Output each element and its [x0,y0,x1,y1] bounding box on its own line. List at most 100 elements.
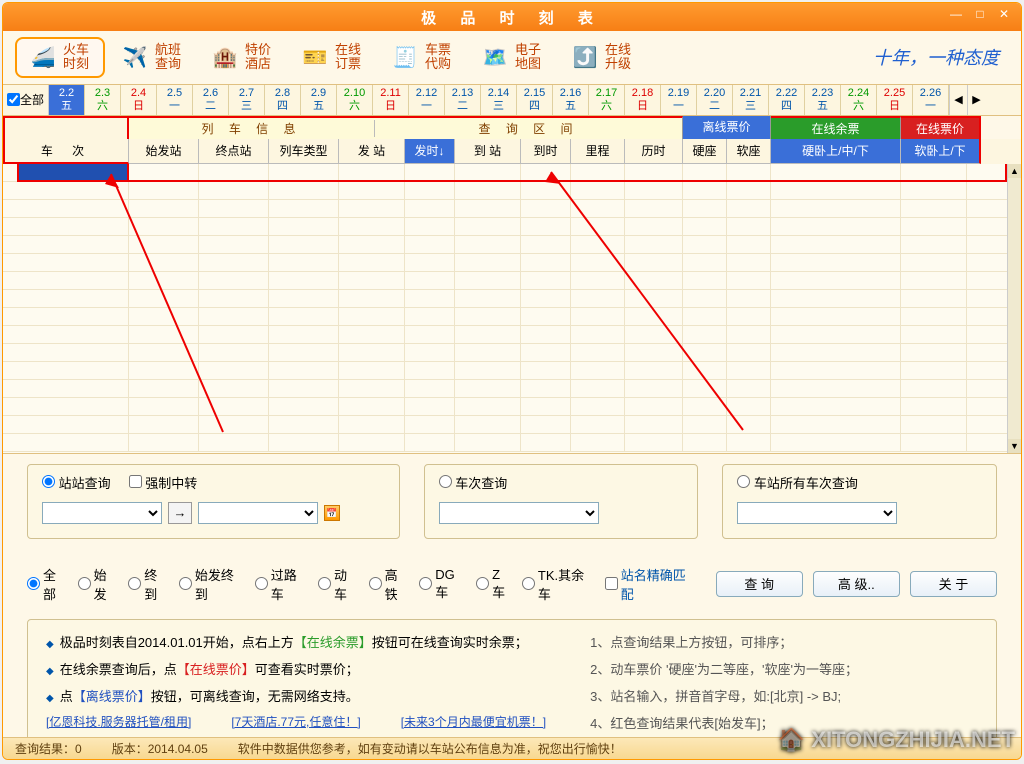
flight-query-button[interactable]: ✈️ 航班 查询 [109,39,195,76]
col-hard-sleep[interactable]: 硬卧上/中/下 [771,139,901,164]
table-row[interactable] [3,272,1021,290]
table-row[interactable] [3,326,1021,344]
col-soft-sleep[interactable]: 软卧上/下 [901,139,981,164]
date-cell[interactable]: 2.18日 [625,85,661,115]
col-hard-seat[interactable]: 硬座 [683,139,727,164]
filter-start-end[interactable]: 始发终到 [179,565,245,603]
link-hotel[interactable]: [7天酒店.77元,任意住！] [231,713,360,730]
query-button[interactable]: 查 询 [716,571,803,597]
link-flight[interactable]: [未来3个月内最便宜机票！] [401,713,546,730]
table-row[interactable] [3,182,1021,200]
minimize-icon[interactable]: — [947,7,965,23]
train-schedule-button[interactable]: 🚄 火车 时刻 [15,37,105,78]
date-cell[interactable]: 2.2五 [49,85,85,115]
date-cell[interactable]: 2.6二 [193,85,229,115]
table-row[interactable] [3,218,1021,236]
date-cell[interactable]: 2.14三 [481,85,517,115]
col-arrive[interactable]: 到 站 [455,139,521,164]
date-cell[interactable]: 2.9五 [301,85,337,115]
swap-stations-button[interactable]: → [168,502,192,524]
to-station-input[interactable] [198,502,318,524]
date-cell[interactable]: 2.21三 [733,85,769,115]
station-query-radio[interactable]: 站站查询 [42,473,111,492]
filter-end[interactable]: 终到 [128,565,169,603]
date-next-button[interactable]: ▶ [967,85,985,115]
offline-price-header[interactable]: 离线票价 [683,116,771,139]
table-row[interactable] [3,398,1021,416]
date-cell[interactable]: 2.7三 [229,85,265,115]
table-row[interactable] [3,344,1021,362]
date-cell[interactable]: 2.15四 [517,85,553,115]
col-end[interactable]: 终点站 [199,139,269,164]
table-row[interactable] [3,254,1021,272]
filter-dg[interactable]: DG车 [419,567,466,601]
date-cell[interactable]: 2.25日 [877,85,913,115]
col-soft-seat[interactable]: 软座 [727,139,771,164]
from-station-input[interactable] [42,502,162,524]
table-row[interactable] [3,236,1021,254]
online-booking-button[interactable]: 🎫 在线 订票 [289,39,375,76]
upgrade-button[interactable]: ⤴️ 在线 升级 [559,39,645,76]
online-price-header[interactable]: 在线票价 [901,116,981,139]
about-button[interactable]: 关 于 [910,571,997,597]
advanced-button[interactable]: 高 级.. [813,571,900,597]
calendar-icon[interactable]: 📅 [324,505,340,521]
station-all-radio[interactable]: 车站所有车次查询 [737,473,858,492]
train-query-radio[interactable]: 车次查询 [439,473,508,492]
col-train-no[interactable]: 车 次 [3,139,129,164]
filter-tk[interactable]: TK.其余车 [522,565,595,603]
force-transfer-checkbox[interactable]: 强制中转 [129,473,198,492]
table-row[interactable] [3,308,1021,326]
col-distance[interactable]: 里程 [571,139,625,164]
results-grid[interactable]: ▲ ▼ [3,164,1021,454]
scroll-up-icon[interactable]: ▲ [1008,164,1021,178]
col-depart-time[interactable]: 发时↓ [405,139,455,164]
col-arrive-time[interactable]: 到时 [521,139,571,164]
date-cell[interactable]: 2.8四 [265,85,301,115]
date-cell[interactable]: 2.23五 [805,85,841,115]
all-dates-checkbox[interactable]: 全部 [3,85,49,115]
maximize-icon[interactable]: □ [971,7,989,23]
map-button[interactable]: 🗺️ 电子 地图 [469,39,555,76]
train-no-input[interactable] [439,502,599,524]
link-server[interactable]: [亿恩科技.服务器托管/租用] [46,713,191,730]
vertical-scrollbar[interactable]: ▲ ▼ [1007,164,1021,453]
table-row[interactable] [3,416,1021,434]
close-icon[interactable]: ✕ [995,7,1013,23]
date-cell[interactable]: 2.13二 [445,85,481,115]
date-cell[interactable]: 2.11日 [373,85,409,115]
date-cell[interactable]: 2.5一 [157,85,193,115]
col-type[interactable]: 列车类型 [269,139,339,164]
date-cell[interactable]: 2.16五 [553,85,589,115]
filter-all[interactable]: 全部 [27,565,68,603]
table-row[interactable] [3,380,1021,398]
filter-dong[interactable]: 动车 [318,565,359,603]
date-cell[interactable]: 2.4日 [121,85,157,115]
date-cell[interactable]: 2.20二 [697,85,733,115]
online-ticket-header[interactable]: 在线余票 [771,116,901,139]
date-cell[interactable]: 2.22四 [769,85,805,115]
date-prev-button[interactable]: ◀ [949,85,967,115]
exact-match-checkbox[interactable]: 站名精确匹配 [605,565,696,603]
date-cell[interactable]: 2.19一 [661,85,697,115]
table-row[interactable] [3,434,1021,452]
scroll-down-icon[interactable]: ▼ [1008,439,1021,453]
filter-pass[interactable]: 过路车 [255,565,308,603]
table-row[interactable] [3,290,1021,308]
ticket-agent-button[interactable]: 🧾 车票 代购 [379,39,465,76]
date-cell[interactable]: 2.26一 [913,85,949,115]
filter-gaotie[interactable]: 高铁 [369,565,410,603]
col-start[interactable]: 始发站 [129,139,199,164]
col-duration[interactable]: 历时 [625,139,683,164]
date-cell[interactable]: 2.12一 [409,85,445,115]
date-cell[interactable]: 2.24六 [841,85,877,115]
hotel-button[interactable]: 🏨 特价 酒店 [199,39,285,76]
date-cell[interactable]: 2.17六 [589,85,625,115]
filter-start[interactable]: 始发 [78,565,119,603]
table-row[interactable] [3,362,1021,380]
filter-z[interactable]: Z车 [476,567,512,601]
col-depart[interactable]: 发 站 [339,139,405,164]
station-name-input[interactable] [737,502,897,524]
table-row[interactable] [3,200,1021,218]
date-cell[interactable]: 2.3六 [85,85,121,115]
